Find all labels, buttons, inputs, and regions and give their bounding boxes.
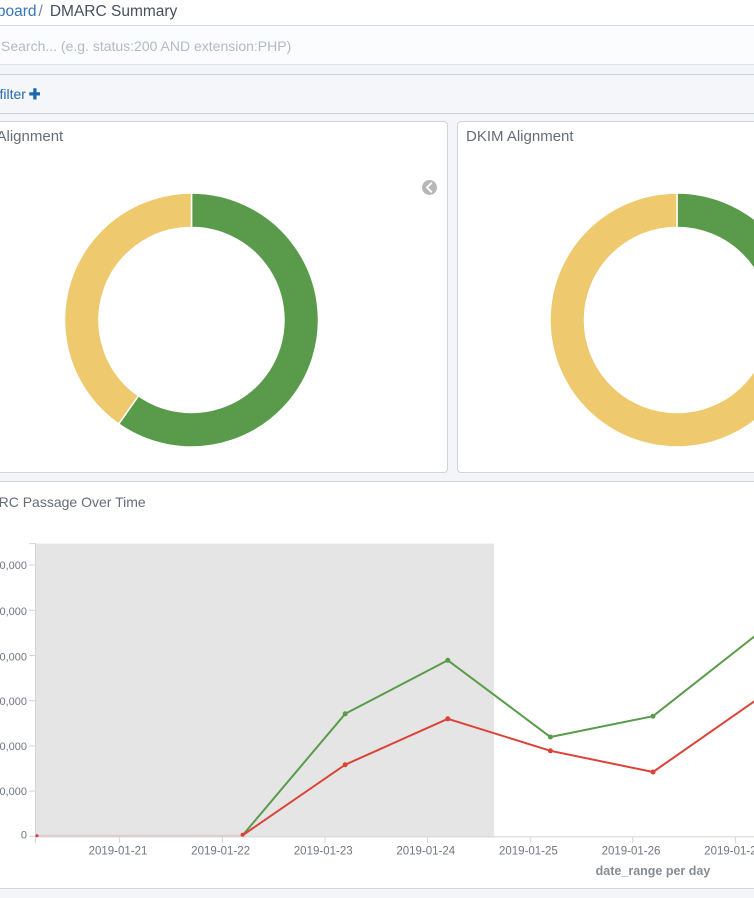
svg-text:2019-01-25: 2019-01-25 <box>499 845 558 857</box>
svg-text:2019-01-24: 2019-01-24 <box>396 845 455 857</box>
svg-text:50,000: 50,000 <box>0 606 27 618</box>
svg-text:30,000: 30,000 <box>0 696 27 708</box>
svg-text:2019-01-27: 2019-01-27 <box>704 845 754 857</box>
svg-text:2019-01-23: 2019-01-23 <box>294 845 353 857</box>
svg-text:60,000: 60,000 <box>0 560 27 572</box>
svg-text:40,000: 40,000 <box>0 651 27 663</box>
svg-text:10,000: 10,000 <box>0 786 27 798</box>
svg-text:date_range per day: date_range per day <box>596 864 711 878</box>
svg-text:2019-01-22: 2019-01-22 <box>191 845 250 857</box>
svg-text:20,000: 20,000 <box>0 741 27 753</box>
svg-text:0: 0 <box>21 830 27 842</box>
svg-text:2019-01-26: 2019-01-26 <box>602 845 661 857</box>
svg-text:2019-01-21: 2019-01-21 <box>89 845 148 857</box>
